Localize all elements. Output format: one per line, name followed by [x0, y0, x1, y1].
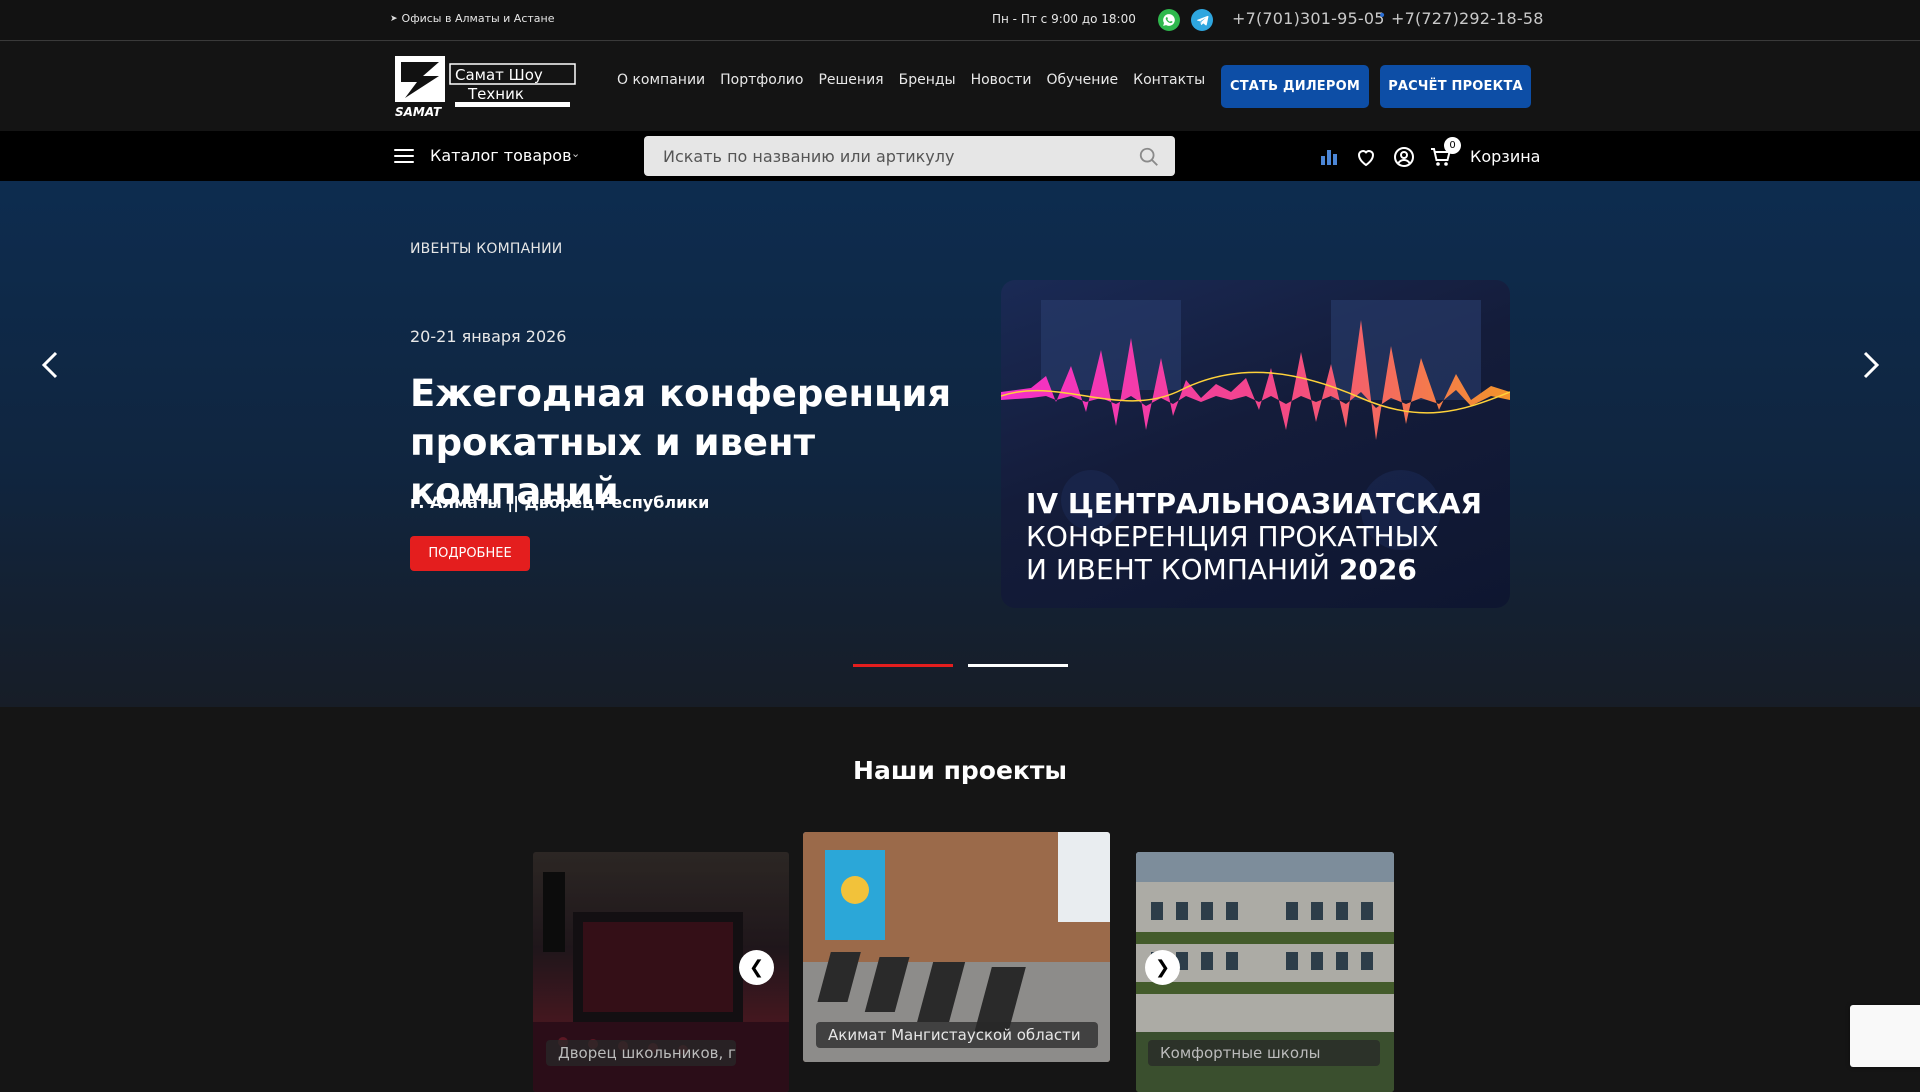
svg-text:Техник: Техник: [467, 85, 524, 103]
slider-dot[interactable]: [968, 664, 1068, 667]
main-header: SAMAT Самат Шоу Техник О компании Портфо…: [0, 42, 1920, 131]
phone-1-link[interactable]: +7(701)301-95-05: [1232, 9, 1385, 28]
menu-icon[interactable]: [394, 149, 414, 163]
catalog-bar: Каталог товаров ⌄ 0 Корзина: [0, 131, 1920, 181]
projects-section-title: Наши проекты: [853, 756, 1067, 785]
nav-item-brands[interactable]: Бренды: [899, 72, 956, 88]
arrow-left-icon[interactable]: [36, 341, 66, 389]
banner-heading: IV ЦЕНТРАЛЬНОАЗИАТСКАЯ: [1026, 487, 1482, 520]
heart-icon[interactable]: [1354, 145, 1378, 169]
user-icon[interactable]: [1392, 145, 1416, 169]
hero-slider: ИВЕНТЫ КОМПАНИИ 20-21 января 2026 Ежегод…: [0, 181, 1920, 707]
company-logo[interactable]: SAMAT Самат Шоу Техник: [393, 54, 578, 119]
top-bar: ➤ Офисы в Алматы и Астане Пн - Пт с 9:00…: [0, 0, 1920, 41]
more-details-button[interactable]: ПОДРОБНЕЕ: [410, 536, 530, 571]
nav-item-portfolio[interactable]: Портфолио: [720, 72, 803, 88]
banner-subheading-2: И ИВЕНТ КОМПАНИЙ 2026: [1026, 553, 1417, 586]
recaptcha-badge[interactable]: [1850, 1005, 1920, 1067]
nav-item-about[interactable]: О компании: [617, 72, 705, 88]
nav-item-solutions[interactable]: Решения: [818, 72, 883, 88]
catalog-button[interactable]: Каталог товаров: [430, 146, 572, 165]
slide-date: 20-21 января 2026: [410, 327, 567, 346]
whatsapp-icon[interactable]: [1158, 9, 1180, 31]
project-card-label: Комфортные школы: [1148, 1040, 1380, 1066]
telegram-icon[interactable]: [1191, 9, 1213, 31]
search-icon[interactable]: [1138, 146, 1160, 168]
slide-category: ИВЕНТЫ КОМПАНИИ: [410, 241, 563, 257]
nav-item-news[interactable]: Новости: [971, 72, 1032, 88]
project-card-label: Дворец школьников, г: [546, 1040, 736, 1066]
projects-prev-button[interactable]: ❮: [739, 950, 774, 985]
project-calc-button[interactable]: РАСЧЁТ ПРОЕКТА: [1380, 65, 1531, 108]
nav-item-contacts[interactable]: Контакты: [1133, 72, 1205, 88]
arrow-right-icon[interactable]: [1855, 341, 1885, 389]
banner-year: 2026: [1338, 553, 1417, 586]
svg-text:SAMAT: SAMAT: [395, 105, 442, 118]
banner-line3-text: И ИВЕНТ КОМПАНИЙ: [1026, 553, 1330, 586]
working-hours: Пн - Пт с 9:00 до 18:00: [992, 12, 1136, 26]
location-arrow-icon: ➤: [390, 13, 398, 24]
offices-label: Офисы в Алматы и Астане: [401, 12, 555, 25]
phone-2-link[interactable]: +7(727)292-18-58: [1391, 9, 1544, 28]
project-card-label: Акимат Мангистауской области: [816, 1022, 1098, 1048]
svg-text:Самат Шоу: Самат Шоу: [455, 66, 543, 84]
main-nav: О компании Портфолио Решения Бренды Ново…: [617, 72, 1220, 88]
banner-subheading: КОНФЕРЕНЦИЯ ПРОКАТНЫХ: [1026, 520, 1439, 553]
compare-icon[interactable]: [1317, 145, 1341, 169]
phone-separator: •: [1378, 8, 1387, 24]
search-input[interactable]: [644, 136, 1175, 176]
slider-dot-active[interactable]: [853, 664, 953, 667]
cart-count-badge: 0: [1444, 137, 1461, 154]
cart-link[interactable]: Корзина: [1470, 147, 1540, 166]
become-dealer-button[interactable]: СТАТЬ ДИЛЕРОМ: [1221, 65, 1369, 108]
conference-banner-image[interactable]: IV ЦЕНТРАЛЬНОАЗИАТСКАЯ КОНФЕРЕНЦИЯ ПРОКА…: [1001, 280, 1510, 608]
slide-location: г. Алматы || Дворец Республики: [410, 493, 710, 512]
offices-link[interactable]: ➤ Офисы в Алматы и Астане: [390, 12, 554, 25]
project-card-active[interactable]: Акимат Мангистауской области: [803, 832, 1110, 1062]
chevron-down-icon: ⌄: [571, 147, 581, 160]
nav-item-training[interactable]: Обучение: [1046, 72, 1118, 88]
projects-next-button[interactable]: ❯: [1145, 950, 1180, 985]
